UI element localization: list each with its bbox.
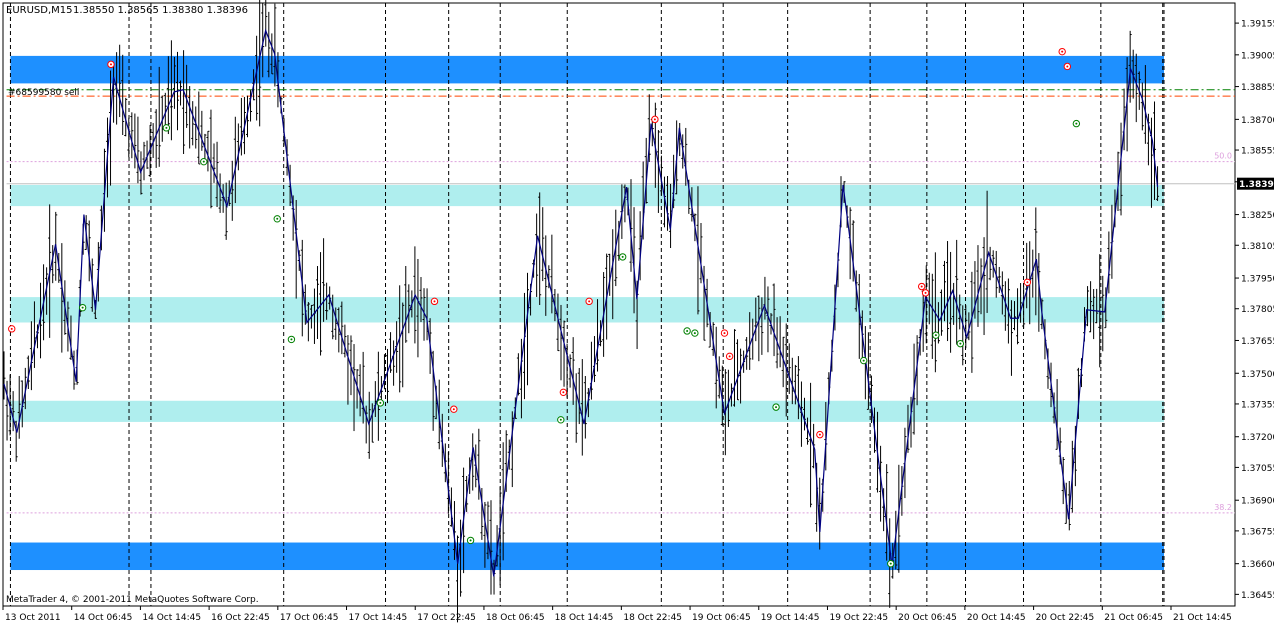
y-tick-label: 1.37500	[1241, 370, 1274, 380]
chart-ohlc: 1.38550 1.38565 1.38380 1.38396	[73, 5, 248, 16]
signal-marker-dot	[924, 291, 927, 294]
signal-marker-dot	[588, 300, 591, 303]
signal-marker-dot	[723, 332, 726, 335]
x-tick-label: 20 Oct 14:45	[967, 613, 1026, 623]
x-tick-label: 17 Oct 14:45	[349, 613, 408, 623]
y-tick-label: 1.39155	[1241, 20, 1274, 30]
y-tick-label: 1.37355	[1241, 400, 1274, 410]
copyright: MetaTrader 4, © 2001-2011 MetaQuotes Sof…	[6, 595, 259, 605]
y-tick-label: 1.37200	[1241, 433, 1274, 443]
signal-marker-dot	[10, 327, 13, 330]
signal-marker-dot	[276, 217, 279, 220]
signal-marker-dot	[1066, 65, 1069, 68]
x-tick-label: 19 Oct 22:45	[829, 613, 888, 623]
y-tick-label: 1.37950	[1241, 275, 1274, 285]
signal-marker-dot	[1061, 50, 1064, 53]
y-tick-label: 1.38555	[1241, 147, 1274, 157]
signal-marker-dot	[889, 562, 892, 565]
x-tick-label: 18 Oct 22:45	[623, 613, 682, 623]
signal-marker-dot	[728, 355, 731, 358]
y-tick-label: 1.39005	[1241, 51, 1274, 61]
x-tick-label: 18 Oct 14:45	[555, 613, 614, 623]
signal-marker-dot	[81, 306, 84, 309]
y-tick-label: 1.36900	[1241, 497, 1274, 507]
y-tick-label: 1.36755	[1241, 527, 1274, 537]
signal-marker-dot	[559, 418, 562, 421]
x-tick-label: 19 Oct 14:45	[761, 613, 820, 623]
signal-marker-dot	[862, 359, 865, 362]
y-tick-label: 1.37805	[1241, 305, 1274, 315]
fib-label: 50.0	[1214, 152, 1232, 161]
x-tick-label: 17 Oct 22:45	[417, 613, 476, 623]
signal-marker-dot	[379, 401, 382, 404]
current-price-label: 1.38396	[1239, 180, 1274, 190]
signal-marker-dot	[433, 300, 436, 303]
x-tick-label: 19 Oct 06:45	[692, 613, 751, 623]
x-tick-label: 20 Oct 22:45	[1036, 613, 1095, 623]
x-tick-label: 18 Oct 06:45	[486, 613, 545, 623]
order-label: #68599580 sell	[8, 88, 79, 98]
y-tick-label: 1.37655	[1241, 337, 1274, 347]
signal-marker-dot	[165, 126, 168, 129]
zone-light	[10, 184, 1164, 207]
y-tick-label: 1.38105	[1241, 242, 1274, 252]
signal-marker-dot	[1026, 281, 1029, 284]
signal-marker-dot	[920, 285, 923, 288]
y-tick-label: 1.37055	[1241, 464, 1274, 474]
signal-marker-dot	[202, 160, 205, 163]
signal-marker-dot	[653, 118, 656, 121]
x-tick-label: 14 Oct 06:45	[74, 613, 133, 623]
chart-symbol: EURUSD,M15	[6, 5, 72, 16]
signal-marker-dot	[959, 342, 962, 345]
signal-marker-dot	[452, 408, 455, 411]
y-tick-label: 1.38855	[1241, 83, 1274, 93]
signal-marker-dot	[686, 329, 689, 332]
x-tick-label: 16 Oct 22:45	[211, 613, 270, 623]
signal-marker-dot	[562, 391, 565, 394]
y-tick-label: 1.38700	[1241, 116, 1274, 126]
signal-marker-dot	[775, 406, 778, 409]
signal-marker-dot	[621, 255, 624, 258]
signal-marker-dot	[693, 332, 696, 335]
signal-marker-dot	[109, 63, 112, 66]
x-tick-label: 14 Oct 14:45	[142, 613, 201, 623]
price-chart[interactable]: 50.0 38.2 1.39155 1.39005 1.38855 1.38700 1.3…	[0, 0, 1274, 624]
x-tick-label: 20 Oct 06:45	[898, 613, 957, 623]
x-tick-label: 13 Oct 2011	[5, 613, 61, 623]
signal-marker-dot	[934, 334, 937, 337]
y-tick-label: 1.38250	[1241, 211, 1274, 221]
signal-marker-dot	[1075, 122, 1078, 125]
x-tick-label: 21 Oct 06:45	[1104, 613, 1163, 623]
y-tick-label: 1.36455	[1241, 591, 1274, 601]
chart-window[interactable]: 50.0 38.2 1.39155 1.39005 1.38855 1.38700 1.3…	[0, 0, 1274, 624]
signal-marker-dot	[818, 433, 821, 436]
fib-label: 38.2	[1214, 503, 1232, 512]
y-tick-label: 1.36600	[1241, 560, 1274, 570]
zone-strong	[10, 542, 1164, 571]
x-tick-label: 21 Oct 14:45	[1173, 613, 1232, 623]
signal-marker-dot	[469, 539, 472, 542]
x-tick-label: 17 Oct 06:45	[280, 613, 339, 623]
signal-marker-dot	[290, 338, 293, 341]
